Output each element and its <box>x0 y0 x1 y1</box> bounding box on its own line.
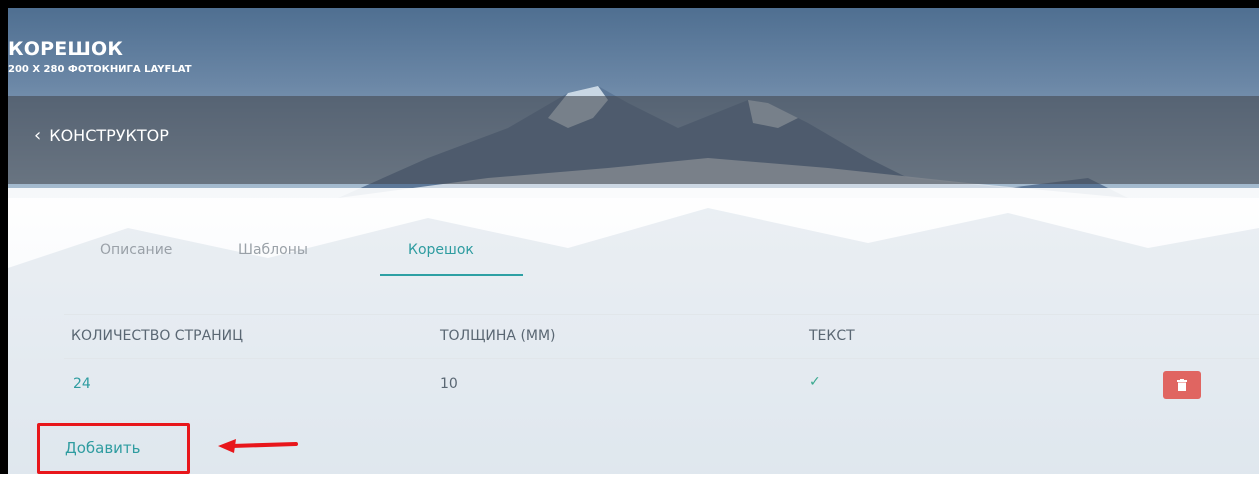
table-top-divider <box>64 314 1259 315</box>
nav-bar: ‹ КОНСТРУКТОР <box>8 96 1259 184</box>
column-header-thickness: ТОЛЩИНА (ММ) <box>440 328 556 344</box>
table-header-divider <box>64 358 1259 359</box>
tab-description[interactable]: Описание <box>100 242 172 258</box>
cell-pages[interactable]: 24 <box>73 376 91 392</box>
app-window: КОРЕШОК 200 X 280 ФОТОКНИГА LAYFLAT ‹ КО… <box>0 0 1259 474</box>
column-header-text: ТЕКСТ <box>809 328 855 344</box>
page-subtitle: 200 X 280 ФОТОКНИГА LAYFLAT <box>8 64 192 75</box>
back-link-label: КОНСТРУКТОР <box>49 126 169 145</box>
column-header-pages: КОЛИЧЕСТВО СТРАНИЦ <box>71 328 244 344</box>
tab-templates[interactable]: Шаблоны <box>238 242 308 258</box>
tab-spine[interactable]: Корешок <box>408 242 474 258</box>
trash-icon <box>1177 379 1187 391</box>
chevron-left-icon: ‹ <box>34 124 42 146</box>
content-panel: Описание Шаблоны Корешок КОЛИЧЕСТВО СТРА… <box>8 188 1259 474</box>
back-link[interactable]: ‹ КОНСТРУКТОР <box>34 126 169 145</box>
check-icon: ✓ <box>809 374 821 390</box>
active-tab-indicator <box>380 274 523 276</box>
page-title: КОРЕШОК <box>8 38 124 60</box>
delete-row-button[interactable] <box>1163 371 1201 399</box>
annotation-arrow-icon <box>218 439 298 453</box>
cell-thickness: 10 <box>440 376 458 392</box>
annotation-highlight-box <box>37 423 190 474</box>
